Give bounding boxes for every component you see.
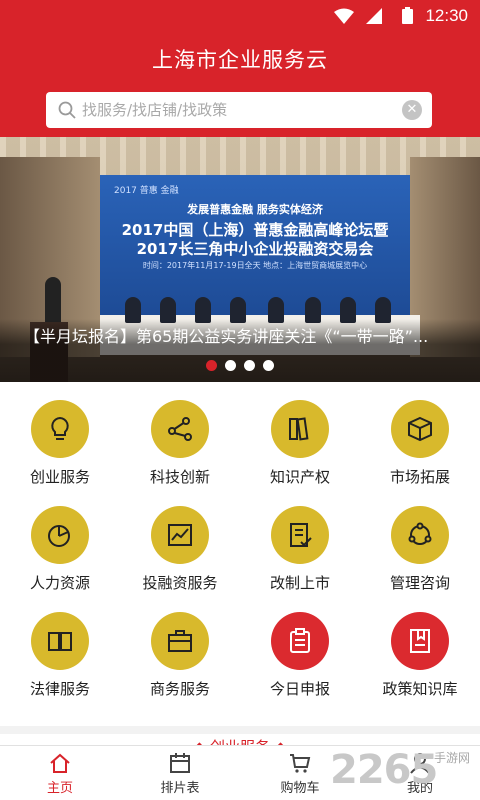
tab-schedule[interactable]: 排片表 xyxy=(120,746,240,800)
search-input[interactable] xyxy=(82,92,402,128)
carousel-dot[interactable] xyxy=(206,360,217,371)
search-bar[interactable]: ✕ xyxy=(46,92,432,128)
signal-icon xyxy=(366,8,382,24)
page-title: 上海市企业服务云 xyxy=(152,48,328,72)
clear-icon[interactable]: ✕ xyxy=(402,100,422,120)
books-icon xyxy=(289,417,309,441)
pie-chart-icon xyxy=(48,525,70,547)
cycle-icon xyxy=(408,522,432,545)
service-item-jinri-shenbao[interactable]: 今日申报 xyxy=(240,594,360,700)
carousel-dot[interactable] xyxy=(263,360,274,371)
service-item-gaizhi[interactable]: 改制上市 xyxy=(240,488,360,594)
service-item-chuangye[interactable]: 创业服务 xyxy=(0,382,120,488)
service-item-shangwu[interactable]: 商务服务 xyxy=(120,594,240,700)
search-icon xyxy=(58,101,76,119)
carousel-dot[interactable] xyxy=(225,360,236,371)
banner-caption[interactable]: 【半月坛报名】第65期公益实务讲座关注《“一带一路”... xyxy=(24,323,464,347)
clipboard-icon xyxy=(290,628,310,653)
share-nodes-icon xyxy=(168,417,192,441)
carousel-dot[interactable] xyxy=(244,360,255,371)
service-item-guanli[interactable]: 管理咨询 xyxy=(360,488,480,594)
line-chart-icon xyxy=(168,524,192,546)
box-icon xyxy=(408,416,432,442)
battery-icon xyxy=(402,7,413,24)
service-item-shichang[interactable]: 市场拓展 xyxy=(360,382,480,488)
cart-icon xyxy=(290,754,311,773)
carousel-indicator xyxy=(0,356,480,375)
service-item-renli[interactable]: 人力资源 xyxy=(0,488,120,594)
clock: 12:30 xyxy=(425,6,468,25)
service-item-tourongzi[interactable]: 投融资服务 xyxy=(120,488,240,594)
service-grid: 创业服务 科技创新 知识产权 市场拓展 人力资源 投融资服务 改制上市 管理咨询… xyxy=(0,382,480,726)
bookmark-book-icon xyxy=(410,629,430,653)
calendar-icon xyxy=(170,753,190,773)
service-item-falv[interactable]: 法律服务 xyxy=(0,594,120,700)
open-book-icon xyxy=(48,632,72,651)
event-screen: 2017 普惠 金融 发展普惠金融 服务实体经济 2017中国（上海）普惠金融高… xyxy=(100,175,410,323)
home-icon xyxy=(50,753,70,773)
banner-carousel[interactable]: 2017 普惠 金融 发展普惠金融 服务实体经济 2017中国（上海）普惠金融高… xyxy=(0,137,480,382)
service-item-zhengce[interactable]: 政策知识库 xyxy=(360,594,480,700)
document-check-icon xyxy=(290,523,312,547)
status-bar: 12:30 xyxy=(0,0,480,32)
wifi-icon xyxy=(334,8,354,24)
briefcase-icon xyxy=(168,630,192,652)
service-item-keji[interactable]: 科技创新 xyxy=(120,382,240,488)
watermark-logo: 2265 手游网 xyxy=(330,747,471,793)
service-item-zhishi[interactable]: 知识产权 xyxy=(240,382,360,488)
section-header: ◆ 创业服务 ◆ xyxy=(0,726,480,756)
lightbulb-icon xyxy=(51,416,69,440)
app-header: 上海市企业服务云 ✕ xyxy=(0,32,480,137)
tab-home[interactable]: 主页 xyxy=(0,746,120,800)
